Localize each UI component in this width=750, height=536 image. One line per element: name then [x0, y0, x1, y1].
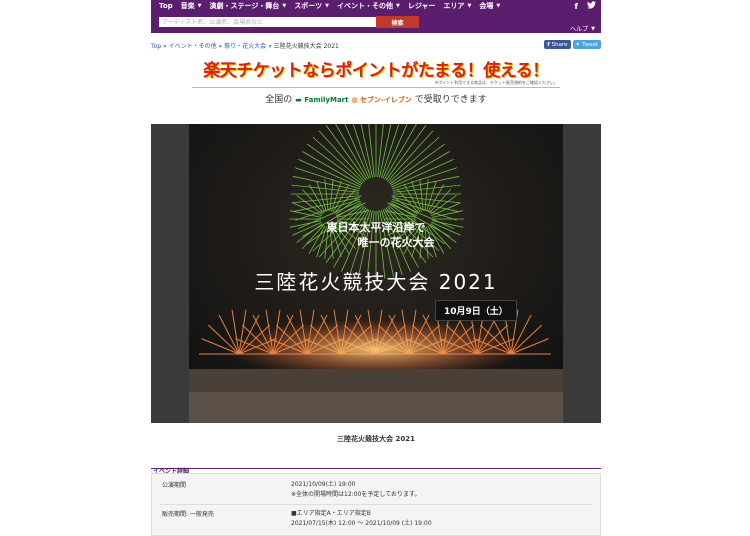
- row-divider: [160, 504, 592, 505]
- facebook-icon[interactable]: f: [575, 2, 578, 11]
- nav-menu: Top 音楽 ▼ 演劇・ステージ・舞台 ▼ スポーツ ▼ イベント・その他 ▼ レジャー…: [151, 0, 500, 12]
- share-buttons: f Share ✦ Tweet: [544, 40, 601, 49]
- search-bar: 検索: [159, 16, 419, 28]
- twitter-icon[interactable]: t: [587, 1, 596, 11]
- hero-date-badge: 10月9日（土）: [435, 300, 517, 321]
- search-input[interactable]: [159, 17, 376, 27]
- twitter-icon: ✦: [575, 41, 581, 48]
- hero-title: 三陸花火競技大会 2021: [254, 270, 498, 294]
- nav-item-area[interactable]: エリア ▼: [444, 1, 472, 11]
- caret-down-icon: ▼: [197, 3, 202, 9]
- breadcrumb-festival[interactable]: 祭り・花火大会: [224, 43, 266, 50]
- nav-item-sports[interactable]: スポーツ ▼: [294, 1, 329, 11]
- breadcrumb: Top » イベント・その他 » 祭り・花火大会 » 三陸花火競技大会 2021: [151, 43, 339, 50]
- tweet-button[interactable]: ✦ Tweet: [572, 40, 601, 49]
- hero-blur-left: [151, 124, 189, 423]
- familymart-logo: ▬ FamilyMart: [295, 96, 349, 104]
- detail-value: 2021/10/09(土) 19:00 ※全体の開場時間は12:00を予定してお…: [291, 481, 421, 498]
- search-button[interactable]: 検索: [376, 16, 419, 28]
- detail-label: 公演期間: [162, 482, 187, 489]
- nav-item-leisure[interactable]: レジャー: [408, 1, 436, 11]
- breadcrumb-current: 三陸花火競技大会 2021: [273, 43, 339, 50]
- social-icons: f t: [575, 0, 596, 12]
- image-caption: 三陸花火競技大会 2021: [337, 435, 415, 443]
- top-nav: Top 音楽 ▼ 演劇・ステージ・舞台 ▼ スポーツ ▼ イベント・その他 ▼ レジャー…: [151, 0, 601, 33]
- facebook-share-button[interactable]: f Share: [544, 40, 571, 49]
- page: Top 音楽 ▼ 演劇・ステージ・舞台 ▼ スポーツ ▼ イベント・その他 ▼ レジャー…: [151, 0, 601, 536]
- caret-down-icon: ▼: [325, 3, 329, 9]
- nav-item-venue[interactable]: 会場 ▼: [479, 1, 500, 11]
- help-menu[interactable]: ヘルプ ▼: [570, 24, 595, 34]
- nav-item-top[interactable]: Top: [159, 2, 173, 10]
- event-hero-image: 東日本太平洋沿岸で 唯一の花火大会 三陸花火競技大会 2021 10月9日（土）: [151, 124, 601, 423]
- breadcrumb-row: Top » イベント・その他 » 祭り・花火大会 » 三陸花火競技大会 2021…: [151, 40, 601, 50]
- nav-item-stage[interactable]: 演劇・ステージ・舞台 ▼: [210, 1, 287, 11]
- nav-item-events[interactable]: イベント・その他 ▼: [337, 1, 400, 11]
- fireworks-photo: 東日本太平洋沿岸で 唯一の花火大会 三陸花火競技大会 2021 10月9日（土）: [189, 124, 563, 423]
- banner-divider: [192, 87, 560, 88]
- detail-value: ■エリア指定A・エリア指定B 2021/07/15(木) 12:00 〜 202…: [291, 510, 432, 527]
- event-detail-table: 公演期間 2021/10/09(土) 19:00 ※全体の開場時間は12:00を…: [151, 473, 601, 536]
- caret-down-icon: ▼: [282, 3, 287, 9]
- banner-headline: 楽天チケットならポイントがたまる！使える！: [203, 61, 549, 81]
- breadcrumb-events[interactable]: イベント・その他: [169, 43, 217, 50]
- caret-down-icon: ▼: [467, 3, 472, 9]
- hero-tagline-2: 唯一の花火大会: [357, 236, 435, 249]
- hero-blur-right: [563, 124, 601, 423]
- detail-label: 販売期間: 一般発売: [162, 511, 214, 518]
- caret-down-icon: ▼: [496, 3, 501, 9]
- section-heading: イベント詳細: [151, 458, 601, 475]
- caret-down-icon: ▼: [396, 3, 400, 9]
- hero-tagline-1: 東日本太平洋沿岸で: [326, 221, 426, 234]
- breadcrumb-top[interactable]: Top: [151, 43, 161, 50]
- caret-down-icon: ▼: [591, 25, 595, 32]
- banner-pickup-text: 全国の ▬ FamilyMart ◍ セブン-イレブン で受取りできます: [265, 95, 487, 105]
- seven-eleven-logo: ◍ セブン-イレブン: [351, 96, 412, 104]
- nav-item-music[interactable]: 音楽 ▼: [181, 1, 202, 11]
- seven-eleven-icon: ◍: [351, 96, 358, 104]
- facebook-icon: f: [547, 41, 550, 48]
- banner-note: ※ポイント利用できる商品は、チケット販売規約をご確認ください。: [434, 80, 558, 85]
- promo-banner[interactable]: 楽天チケットならポイントがたまる！使える！ ※ポイント利用できる商品は、チケット…: [192, 56, 560, 108]
